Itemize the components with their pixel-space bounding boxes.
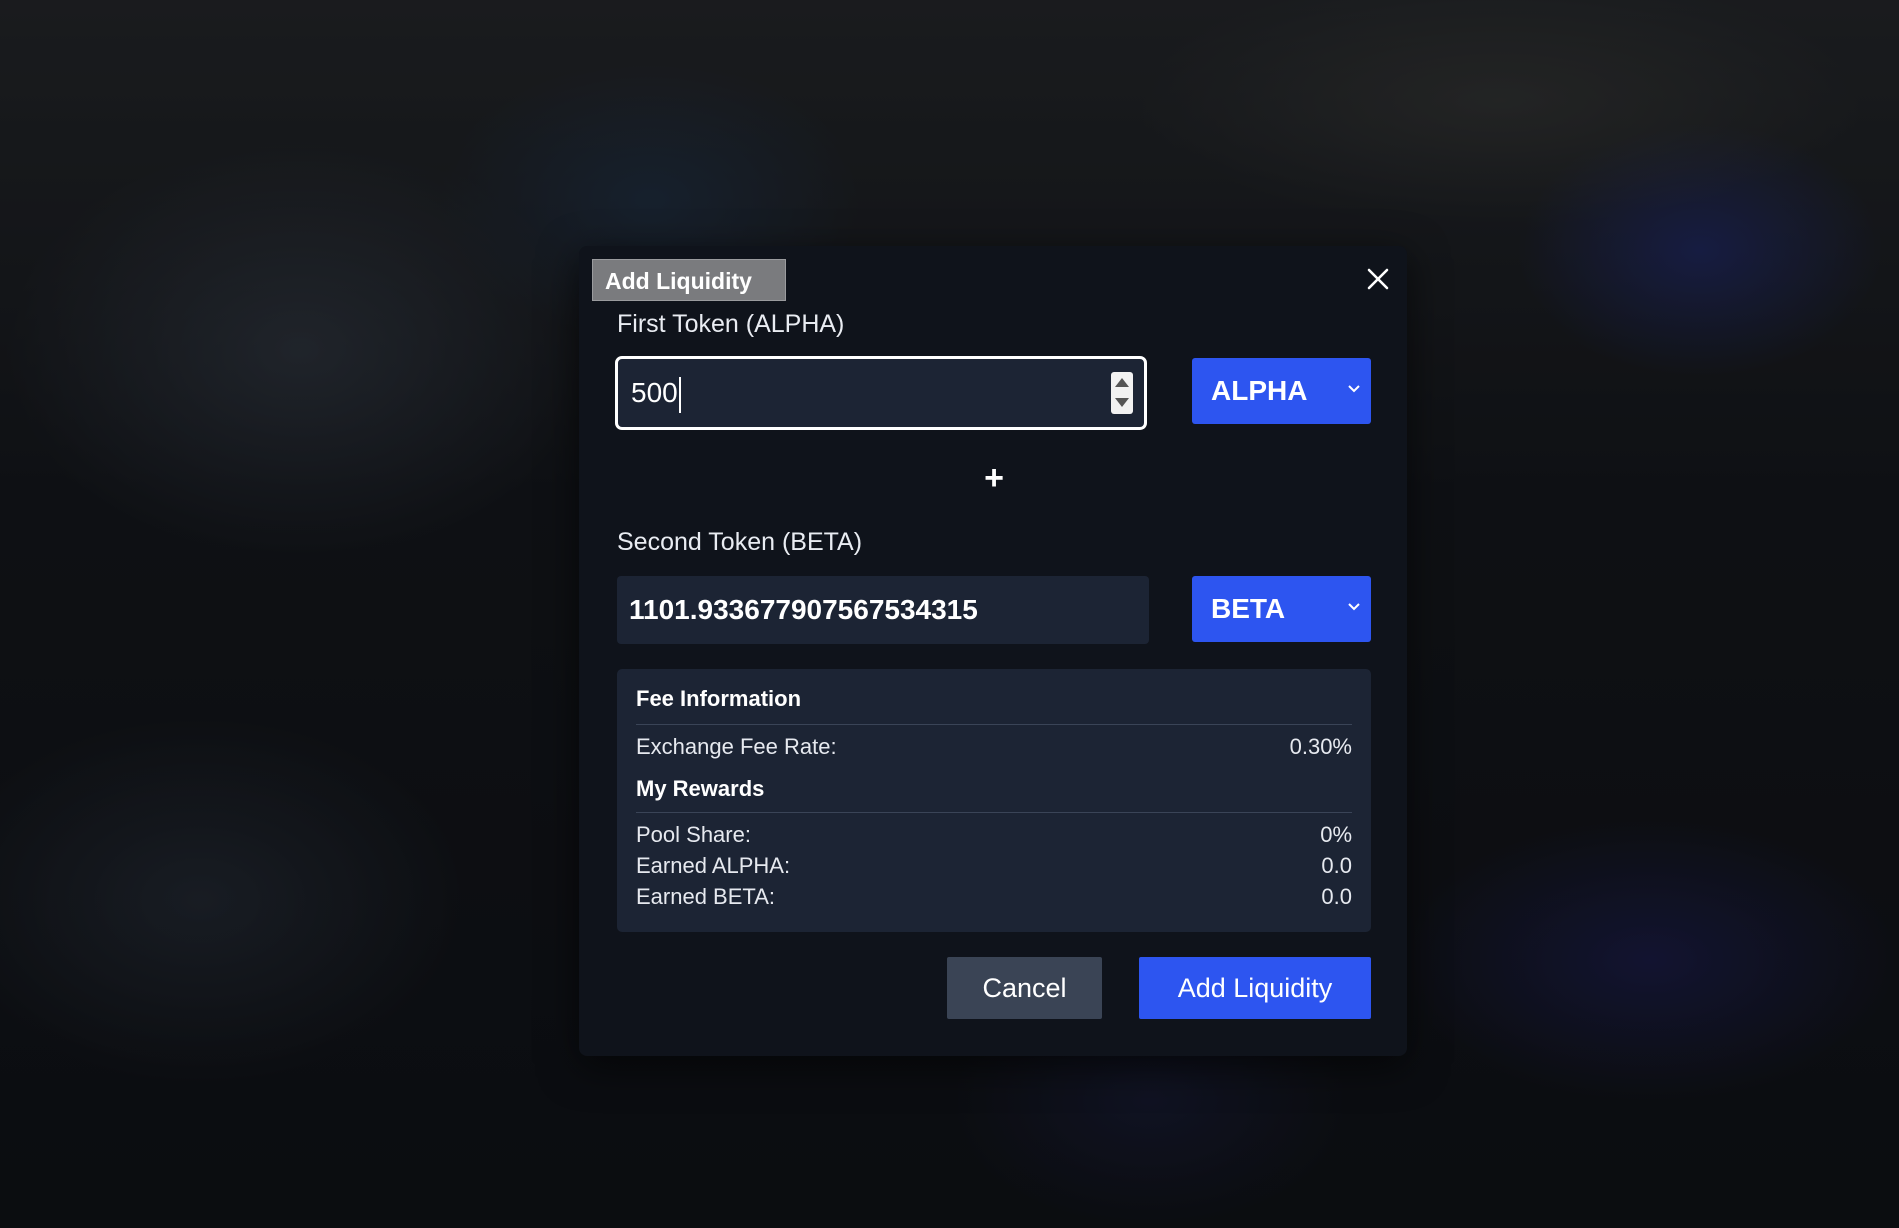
divider xyxy=(636,724,1352,725)
pool-share-value: 0% xyxy=(1320,822,1352,847)
cancel-button[interactable]: Cancel xyxy=(947,957,1102,1019)
add-liquidity-dialog: Add Liquidity First Token (ALPHA) 500 AL… xyxy=(579,246,1407,1056)
earned-beta-label: Earned BETA: xyxy=(636,884,775,909)
add-liquidity-button[interactable]: Add Liquidity xyxy=(1139,957,1371,1019)
second-token-label: Second Token (BETA) xyxy=(617,528,863,556)
fee-information-heading: Fee Information xyxy=(636,686,802,711)
spin-up-icon[interactable] xyxy=(1115,378,1129,387)
pool-share-row: Pool Share: 0% xyxy=(636,821,1352,849)
first-token-select-value: ALPHA xyxy=(1211,375,1308,406)
fee-information-panel: Fee Information Exchange Fee Rate: 0.30%… xyxy=(617,669,1371,932)
exchange-fee-label: Exchange Fee Rate: xyxy=(636,734,837,759)
first-token-amount-input[interactable]: 500 xyxy=(615,356,1147,430)
my-rewards-heading: My Rewards xyxy=(636,776,765,801)
second-token-select[interactable]: BETA xyxy=(1192,576,1371,642)
first-token-select[interactable]: ALPHA xyxy=(1192,358,1371,424)
plus-icon: + xyxy=(984,459,1004,497)
exchange-fee-value: 0.30% xyxy=(1289,734,1352,759)
divider xyxy=(636,812,1352,813)
exchange-fee-row: Exchange Fee Rate: 0.30% xyxy=(636,733,1352,761)
chevron-down-icon xyxy=(1348,385,1360,393)
close-button[interactable] xyxy=(1363,264,1393,294)
dialog-title: Add Liquidity xyxy=(592,259,786,301)
earned-beta-value: 0.0 xyxy=(1321,884,1352,909)
second-token-amount-field: 1101.933677907567534315 xyxy=(617,576,1149,644)
first-token-amount-value: 500 xyxy=(631,359,681,427)
chevron-down-icon xyxy=(1348,603,1360,611)
earned-beta-row: Earned BETA: 0.0 xyxy=(636,883,1352,911)
text-caret xyxy=(678,376,681,413)
earned-alpha-label: Earned ALPHA: xyxy=(636,853,791,878)
spin-down-icon[interactable] xyxy=(1115,398,1129,407)
earned-alpha-value: 0.0 xyxy=(1321,853,1352,878)
pool-share-label: Pool Share: xyxy=(636,822,751,847)
number-spinner[interactable] xyxy=(1111,372,1133,414)
second-token-select-value: BETA xyxy=(1211,593,1286,624)
earned-alpha-row: Earned ALPHA: 0.0 xyxy=(636,852,1352,880)
close-icon xyxy=(1367,268,1389,290)
first-token-label: First Token (ALPHA) xyxy=(617,310,845,338)
